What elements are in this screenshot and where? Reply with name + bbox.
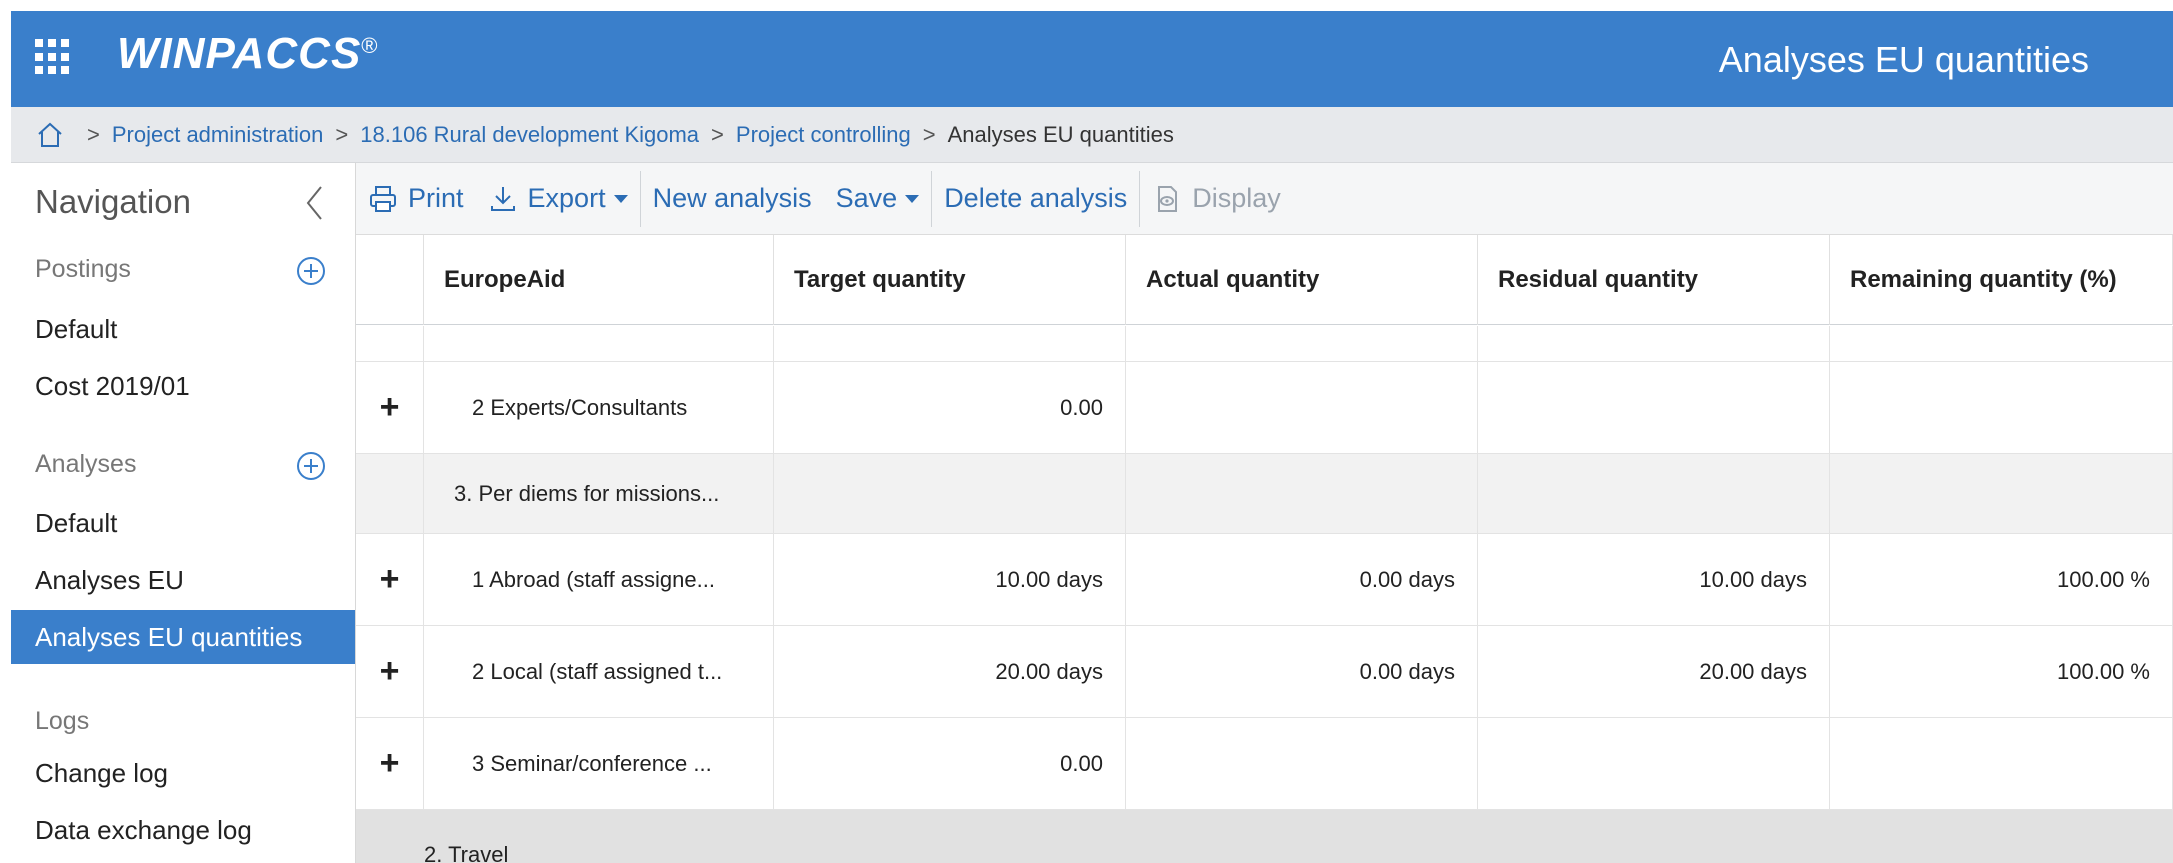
- header-remaining-quantity[interactable]: Remaining quantity (%): [1830, 235, 2173, 325]
- new-analysis-button[interactable]: New analysis: [641, 163, 824, 235]
- breadcrumb-project-controlling[interactable]: Project controlling: [736, 122, 911, 148]
- target-quantity-cell: 10.00 days: [774, 534, 1126, 625]
- header-target-quantity[interactable]: Target quantity: [774, 235, 1126, 325]
- sidebar-item-cost-2019-01[interactable]: Cost 2019/01: [11, 359, 355, 413]
- sidebar-item-analyses-eu-quantities[interactable]: Analyses EU quantities: [11, 610, 355, 664]
- expand-row-button[interactable]: +: [356, 534, 424, 625]
- section-postings: Postings: [35, 255, 131, 283]
- home-icon[interactable]: [35, 120, 65, 150]
- grid-body: + 2 Experts/Consultants 0.00 3. Per diem…: [356, 326, 2173, 863]
- sidebar-item-analyses-default[interactable]: Default: [11, 496, 355, 550]
- brand-registered-mark: ®: [361, 33, 379, 58]
- print-button[interactable]: Print: [356, 163, 476, 235]
- sidebar-item-data-exchange-log[interactable]: Data exchange log: [11, 803, 355, 857]
- section-logs: Logs: [35, 707, 90, 735]
- expand-row-button[interactable]: +: [356, 362, 424, 453]
- sidebar-item-change-log[interactable]: Change log: [11, 746, 355, 800]
- save-dropdown[interactable]: Save: [824, 163, 932, 235]
- row-label: 1 Abroad (staff assigne...: [424, 534, 774, 625]
- remaining-quantity-cell: [1830, 718, 2173, 809]
- page-title: Analyses EU quantities: [1718, 39, 2089, 80]
- table-row[interactable]: + 3 Seminar/conference ... 0.00: [356, 718, 2173, 810]
- breadcrumb-project-administration[interactable]: Project administration: [112, 122, 324, 148]
- table-row[interactable]: + 1 Abroad (staff assigne... 10.00 days …: [356, 534, 2173, 626]
- add-analysis-icon[interactable]: [295, 450, 327, 482]
- navigation-title: Navigation: [35, 183, 191, 220]
- breadcrumb-current: Analyses EU quantities: [947, 121, 1174, 147]
- brand-logo[interactable]: WINPACCS®: [117, 29, 379, 79]
- remaining-quantity-cell: 100.00 %: [1830, 626, 2173, 717]
- table-row[interactable]: + 2 Local (staff assigned t... 20.00 day…: [356, 626, 2173, 718]
- delete-analysis-label: Delete analysis: [944, 183, 1128, 213]
- row-label: 2 Experts/Consultants: [424, 362, 774, 453]
- header-actual-quantity[interactable]: Actual quantity: [1126, 235, 1478, 325]
- display-label: Display: [1192, 183, 1281, 213]
- window-edge: [0, 0, 11, 863]
- export-label: Export: [527, 183, 606, 213]
- brand-name: WINPACCS: [117, 29, 362, 78]
- target-quantity-cell: 0.00: [774, 718, 1126, 809]
- residual-quantity-cell: [1478, 718, 1830, 809]
- header-residual-quantity[interactable]: Residual quantity: [1478, 235, 1830, 325]
- navigation-sidebar: Navigation Postings Default Cost 2019/01…: [11, 163, 356, 863]
- target-quantity-cell: 0.00: [774, 362, 1126, 453]
- app-launcher-icon[interactable]: [35, 39, 71, 75]
- chevron-down-icon: [613, 194, 628, 203]
- actual-quantity-cell: [1126, 718, 1478, 809]
- expand-row-button[interactable]: +: [356, 718, 424, 809]
- breadcrumb-separator: >: [87, 121, 100, 147]
- table-row-subgroup[interactable]: 3. Per diems for missions...: [356, 454, 2173, 534]
- actual-quantity-cell: 0.00 days: [1126, 626, 1478, 717]
- analysis-grid: EuropeAid Target quantity Actual quantit…: [356, 235, 2173, 863]
- remaining-quantity-cell: [1830, 362, 2173, 453]
- sidebar-item-postings-default[interactable]: Default: [11, 302, 355, 356]
- actual-quantity-cell: 0.00 days: [1126, 534, 1478, 625]
- sidebar-item-analyses-eu[interactable]: Analyses EU: [11, 553, 355, 607]
- row-label: 3. Per diems for missions...: [424, 454, 774, 533]
- display-icon: [1158, 185, 1178, 212]
- breadcrumb-separator: >: [711, 121, 724, 147]
- section-analyses: Analyses: [35, 450, 137, 478]
- actual-quantity-cell: [1126, 362, 1478, 453]
- print-label: Print: [408, 183, 464, 213]
- breadcrumb-project[interactable]: 18.106 Rural development Kigoma: [360, 122, 699, 148]
- actual-quantity-cell: [1126, 454, 1478, 533]
- app-header: WINPACCS® Analyses EU quantities: [11, 11, 2173, 107]
- delete-analysis-button[interactable]: Delete analysis: [932, 163, 1139, 235]
- breadcrumb-separator: >: [335, 121, 349, 147]
- save-label: Save: [835, 183, 898, 213]
- download-icon: [490, 186, 515, 211]
- residual-quantity-cell: 10.00 days: [1478, 534, 1830, 625]
- grid-header: EuropeAid Target quantity Actual quantit…: [356, 235, 2173, 325]
- table-row[interactable]: + 2 Experts/Consultants 0.00: [356, 362, 2173, 454]
- toolbar: Print Export New analysis Save Delete an…: [356, 163, 2173, 235]
- table-row-cut: [356, 326, 2173, 362]
- residual-quantity-cell: [1478, 362, 1830, 453]
- export-dropdown[interactable]: Export: [476, 163, 640, 235]
- expand-row-button: [356, 454, 424, 533]
- table-row-group[interactable]: 2. Travel: [356, 810, 2173, 863]
- header-europeaid[interactable]: EuropeAid: [424, 235, 774, 325]
- remaining-quantity-cell: 100.00 %: [1830, 534, 2173, 625]
- header-expand: [356, 235, 424, 325]
- breadcrumb: > Project administration > 18.106 Rural …: [11, 107, 2173, 163]
- residual-quantity-cell: 20.00 days: [1478, 626, 1830, 717]
- row-label: 3 Seminar/conference ...: [424, 718, 774, 809]
- residual-quantity-cell: [1478, 454, 1830, 533]
- chevron-left-icon[interactable]: [303, 183, 325, 223]
- new-analysis-label: New analysis: [652, 183, 812, 213]
- breadcrumb-separator: >: [922, 121, 936, 147]
- expand-row-button[interactable]: +: [356, 626, 424, 717]
- chevron-down-icon: [905, 194, 920, 203]
- target-quantity-cell: [774, 454, 1126, 533]
- group-label: 2. Travel: [424, 841, 509, 863]
- printer-icon: [370, 185, 396, 212]
- target-quantity-cell: 20.00 days: [774, 626, 1126, 717]
- add-posting-icon[interactable]: [295, 255, 327, 287]
- display-button[interactable]: Display: [1140, 163, 1293, 235]
- remaining-quantity-cell: [1830, 454, 2173, 533]
- row-label: 2 Local (staff assigned t...: [424, 626, 774, 717]
